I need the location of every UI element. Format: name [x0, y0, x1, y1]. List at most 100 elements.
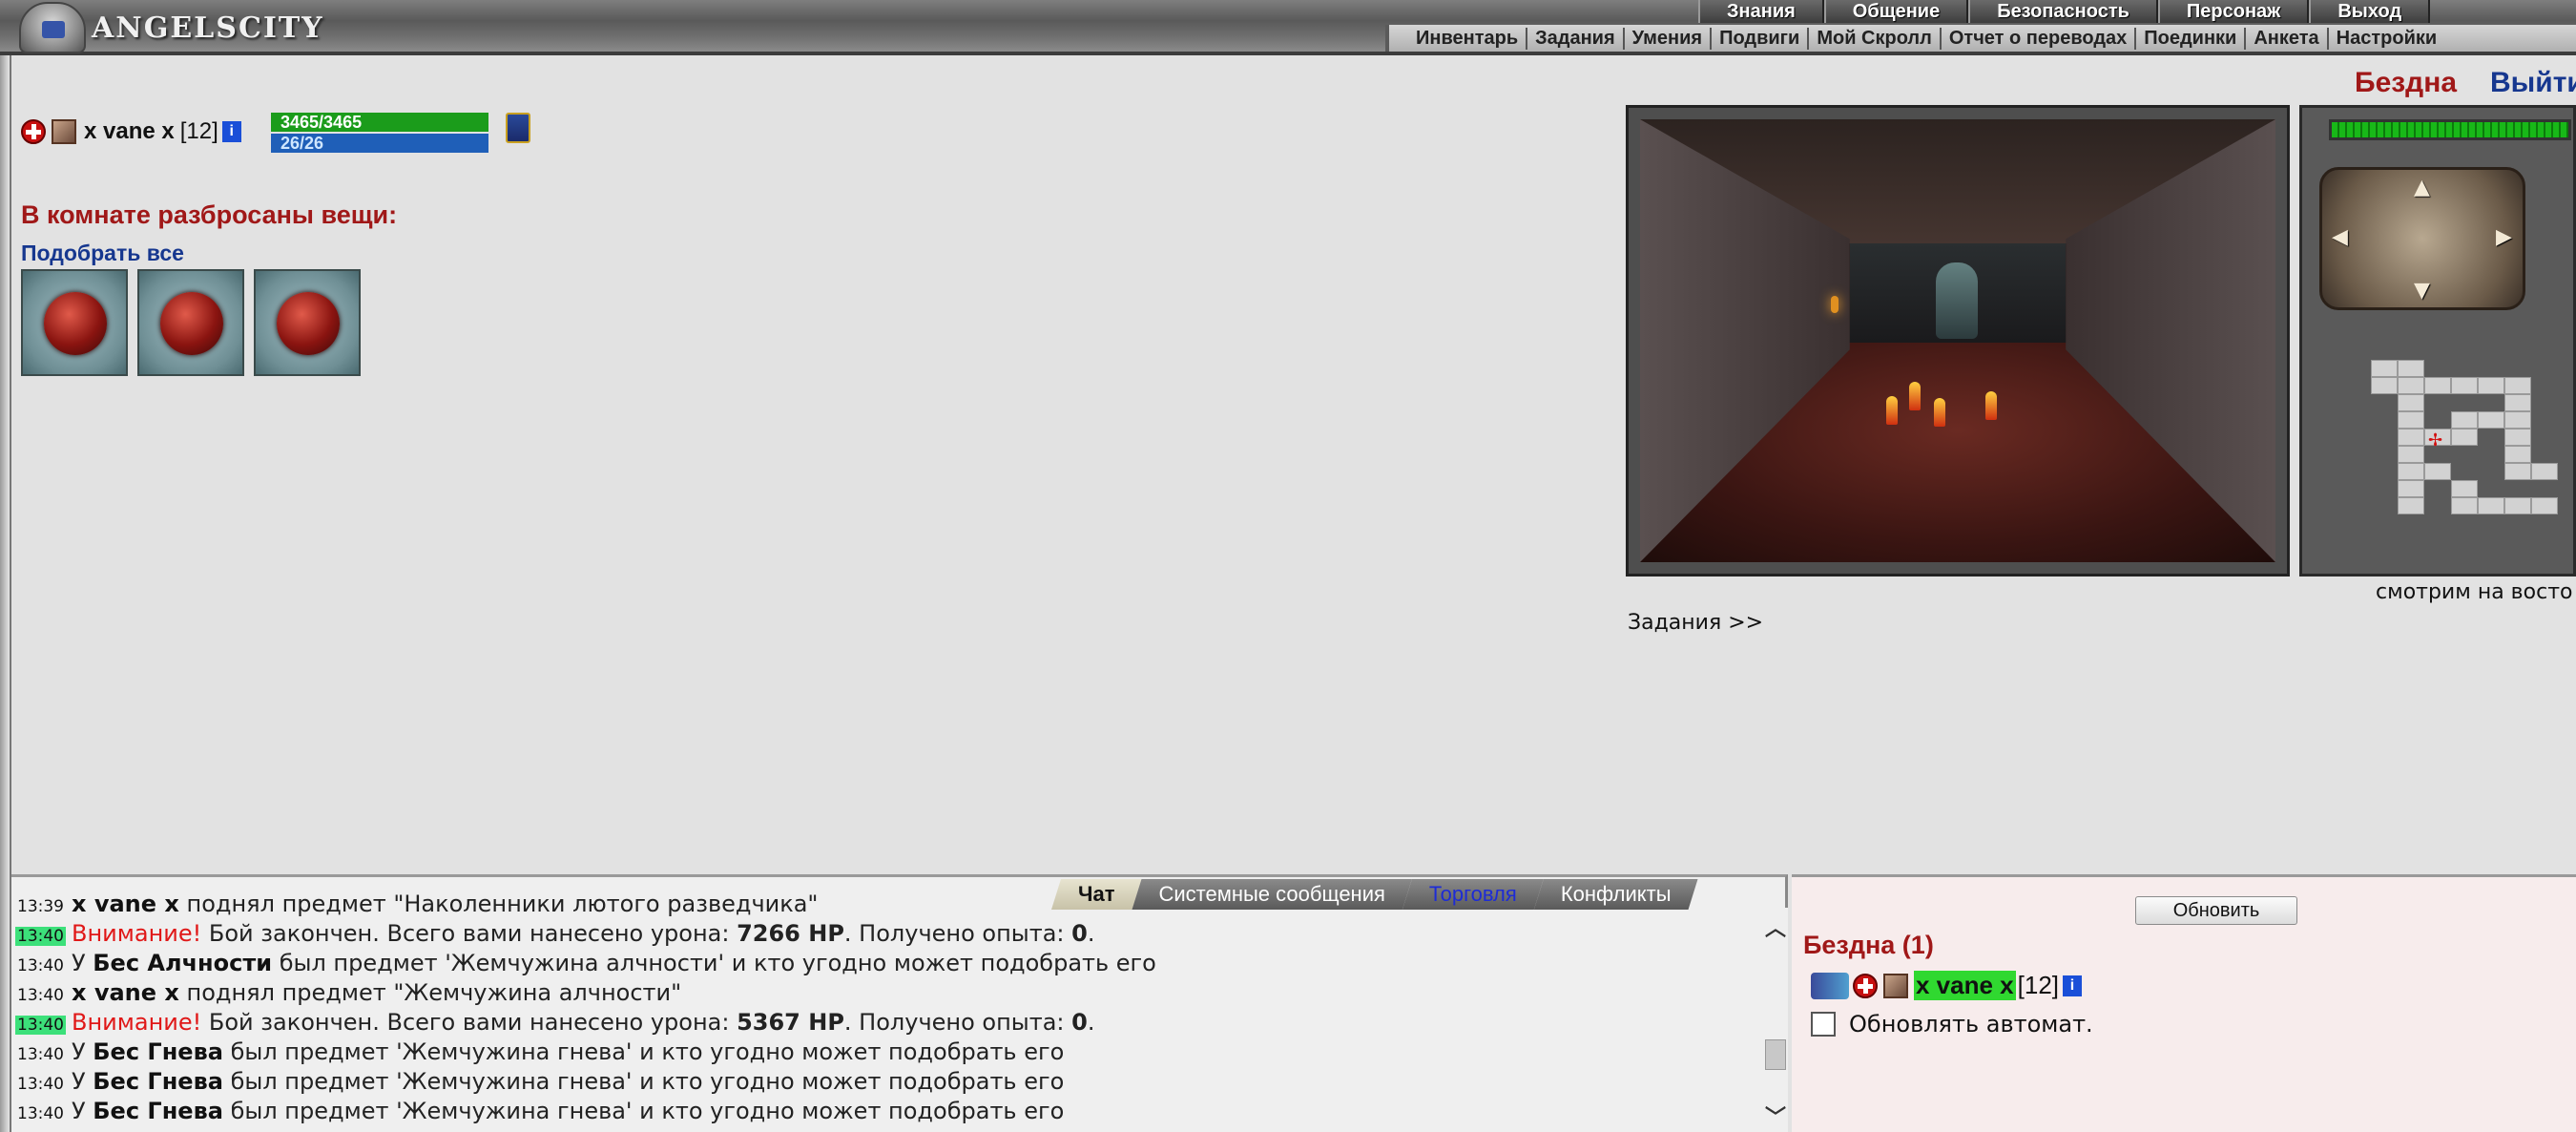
chat-message: 13:40 Внимание! Бой закончен. Всего вами …	[15, 920, 1094, 950]
map-cell	[2478, 411, 2504, 429]
map-cell	[2478, 377, 2504, 394]
exit-location-link[interactable]: Выйти	[2490, 67, 2576, 99]
scroll-up-icon[interactable]: ︿	[1765, 912, 1786, 942]
transfer-arrows-icon[interactable]	[1811, 972, 1849, 999]
player-bars: 3465/3465 26/26	[271, 113, 488, 153]
message-nick[interactable]: x vane x	[72, 891, 179, 917]
chat-scrollbar[interactable]: ︿ ﹀	[1761, 908, 1788, 1132]
map-cell	[2424, 377, 2451, 394]
site-logo[interactable]: ANGELSCITY	[19, 2, 324, 53]
top-menu-security[interactable]: Безопасность	[1968, 0, 2158, 23]
top-menu-knowledge[interactable]: Знания	[1698, 0, 1824, 23]
red-pearl-icon[interactable]	[254, 269, 361, 376]
move-back-arrow-icon[interactable]: ▼	[2414, 279, 2430, 303]
message-text: Бой закончен. Всего вами нанесено урона:	[201, 920, 737, 947]
auto-refresh-checkbox[interactable]	[1811, 1012, 1836, 1037]
room-items-heading: В комнате разбросаны вещи:	[21, 200, 398, 229]
bottom-panel: 13:39 x vane x поднял предмет "Наколенник…	[11, 874, 2576, 1132]
map-cell	[2371, 360, 2398, 377]
map-cell	[2398, 429, 2424, 446]
top-menu: Знания Общение Безопасность Персонаж Вых…	[1698, 0, 2431, 23]
loot-object[interactable]	[1886, 396, 1898, 425]
message-text: У	[72, 950, 93, 976]
clan-scroll-icon[interactable]	[506, 113, 530, 143]
scroll-thumb[interactable]	[1765, 1039, 1786, 1070]
view-direction-label: смотрим на восто	[2376, 580, 2573, 604]
map-cell	[2398, 394, 2424, 411]
sub-menu-quests[interactable]: Задания	[1527, 27, 1625, 50]
top-menu-communication[interactable]: Общение	[1823, 0, 1969, 23]
quests-link[interactable]: Задания >>	[1628, 611, 1763, 635]
red-pearl-icon[interactable]	[137, 269, 244, 376]
message-time: 13:40	[17, 1075, 64, 1094]
tab-conflicts[interactable]: Конфликты	[1534, 879, 1698, 910]
location-players-panel: Обновить Бездна (1) x vane x [12] i Обно…	[1792, 874, 2576, 1132]
map-cell	[2504, 377, 2531, 394]
tab-trade[interactable]: Торговля	[1402, 879, 1544, 910]
location-players-title: Бездна (1)	[1803, 931, 1934, 959]
tab-chat[interactable]: Чат	[1051, 879, 1141, 910]
player-name[interactable]: x vane x	[84, 118, 175, 145]
map-cell	[2398, 377, 2424, 394]
scroll-down-icon[interactable]: ﹀	[1765, 1101, 1786, 1131]
message-text: был предмет 'Жемчужина алчности' и кто у…	[272, 950, 1156, 976]
chat-message: 13:40 У Бес Гнева был предмет 'Жемчужина …	[15, 1068, 1064, 1098]
sub-menu-duels[interactable]: Поединки	[2136, 27, 2247, 50]
message-text: поднял предмет "Наколенники лютого разве…	[178, 891, 819, 917]
map-cell	[2451, 429, 2478, 446]
move-forward-arrow-icon[interactable]: ▲	[2414, 176, 2430, 199]
pick-all-link[interactable]: Подобрать все	[21, 241, 184, 266]
message-text: У	[72, 1068, 93, 1095]
map-cell	[2451, 497, 2478, 514]
map-cell	[2398, 463, 2424, 480]
loot-object[interactable]	[1909, 382, 1921, 410]
location-title: Бездна	[2355, 67, 2458, 98]
message-time: 13:40	[15, 927, 66, 946]
auto-refresh-label: Обновлять автомат.	[1849, 1011, 2093, 1038]
sub-menu-profile[interactable]: Анкета	[2246, 27, 2329, 50]
map-cell	[2478, 497, 2504, 514]
message-nick[interactable]: Бес Гнева	[93, 1098, 223, 1124]
map-cell	[2504, 497, 2531, 514]
map-cell	[2504, 429, 2531, 446]
sub-menu-settings[interactable]: Настройки	[2329, 28, 2445, 50]
dungeon-minimap: ✢	[2302, 339, 2576, 574]
message-time: 13:40	[17, 986, 64, 1005]
player-name[interactable]: x vane x	[1914, 971, 2016, 1000]
movement-compass: ▲ ▼ ◀ ▶	[2319, 167, 2525, 310]
map-cell	[2531, 463, 2558, 480]
hp-bar: 3465/3465	[271, 113, 488, 132]
dungeon-viewport[interactable]	[1626, 105, 2290, 576]
sub-menu-achievements[interactable]: Подвиги	[1712, 27, 1810, 50]
map-cell	[2504, 411, 2531, 429]
tab-system-messages[interactable]: Системные сообщения	[1132, 879, 1411, 910]
sub-menu-inventory[interactable]: Инвентарь	[1408, 27, 1528, 50]
top-menu-exit[interactable]: Выход	[2309, 0, 2431, 23]
loot-object[interactable]	[1985, 391, 1997, 420]
red-pearl-icon[interactable]	[21, 269, 128, 376]
message-nick[interactable]: Бес Гнева	[93, 1038, 223, 1065]
turn-left-arrow-icon[interactable]: ◀	[2332, 225, 2348, 249]
message-nick[interactable]: Бес Гнева	[93, 1068, 223, 1095]
monster-figure[interactable]	[1936, 262, 1978, 339]
warning-label: Внимание!	[72, 1009, 202, 1036]
message-nick[interactable]: x vane x	[72, 979, 179, 1006]
player-info-icon[interactable]: i	[2063, 975, 2083, 996]
message-text: . Получено опыта:	[843, 1009, 1072, 1036]
message-text: Бой закончен. Всего вами нанесено урона:	[201, 1009, 737, 1036]
map-cell	[2398, 360, 2424, 377]
sub-menu-transfers-report[interactable]: Отчет о переводах	[1942, 27, 2137, 50]
turn-right-arrow-icon[interactable]: ▶	[2496, 225, 2512, 249]
player-info-icon[interactable]: i	[221, 121, 241, 142]
player-avatar-icon	[1883, 973, 1908, 998]
first-aid-icon	[1853, 973, 1878, 998]
loot-object[interactable]	[1934, 398, 1945, 427]
top-menu-character[interactable]: Персонаж	[2157, 0, 2310, 23]
message-text: поднял предмет "Жемчужина алчности"	[178, 979, 682, 1006]
sub-menu-my-scroll[interactable]: Мой Скролл	[1809, 27, 1942, 50]
message-text: 7266 HP	[737, 920, 844, 947]
refresh-button[interactable]: Обновить	[2135, 896, 2297, 925]
logo-text: ANGELSCITY	[92, 10, 324, 45]
sub-menu-skills[interactable]: Умения	[1625, 27, 1713, 50]
message-nick[interactable]: Бес Алчности	[93, 950, 272, 976]
